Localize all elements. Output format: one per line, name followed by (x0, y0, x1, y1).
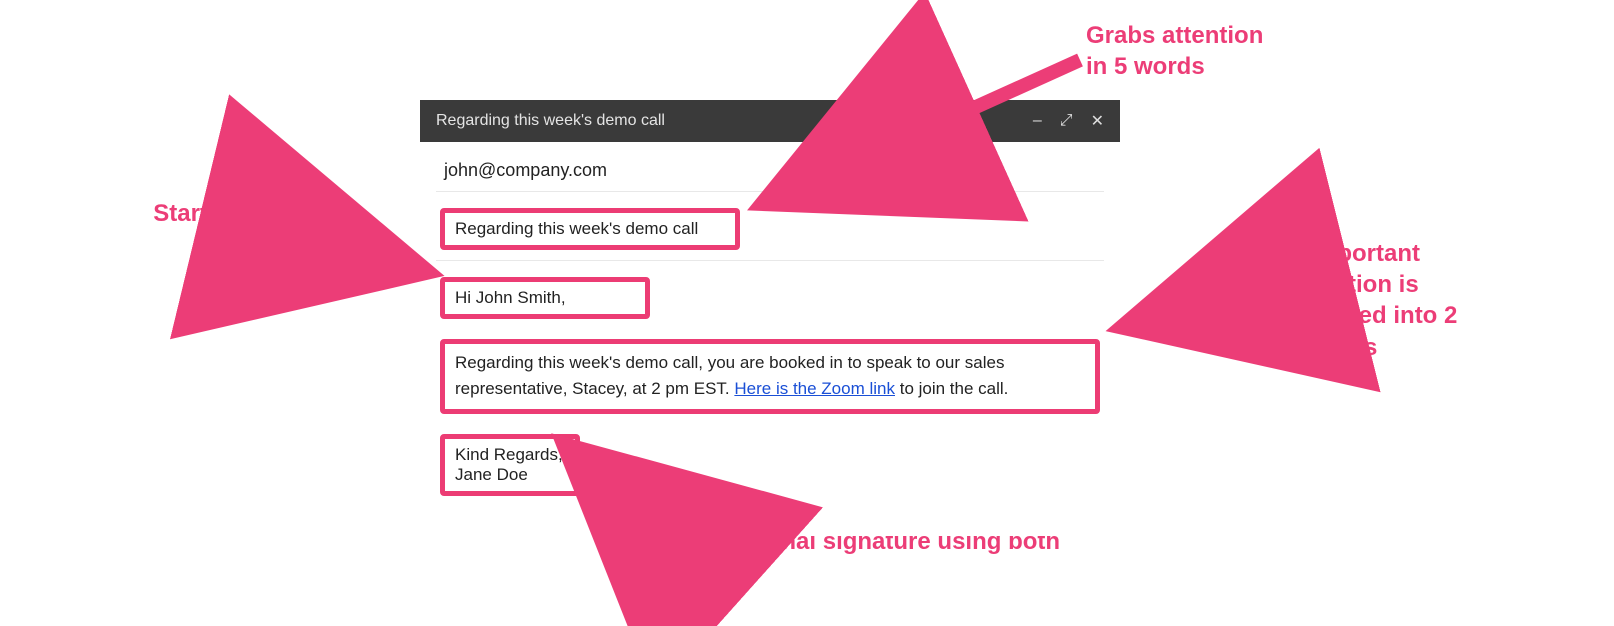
body-box: Regarding this week's demo call, you are… (440, 339, 1100, 414)
expand-icon[interactable]: ⤢ (1060, 112, 1073, 130)
compose-body: john@company.com Regarding this week's d… (420, 142, 1120, 536)
divider (436, 260, 1104, 261)
close-icon[interactable]: ✕ (1091, 111, 1104, 131)
minimize-icon[interactable]: – (1033, 112, 1042, 130)
signature-box: Kind Regards, Jane Doe (440, 434, 580, 496)
callout-condensed: The importantinformation iscondensed int… (1260, 238, 1540, 363)
closing-text: Kind Regards, (455, 445, 565, 465)
callout-attention: Grabs attentionin 5 words (1086, 20, 1366, 82)
email-compose-window: Regarding this week's demo call – ⤢ ✕ jo… (420, 100, 1120, 536)
sender-name: Jane Doe (455, 465, 565, 485)
greeting-box: Hi John Smith, (440, 277, 650, 319)
zoom-link[interactable]: Here is the Zoom link (734, 379, 895, 398)
callout-formal: Starts the emailformally (72, 198, 332, 260)
to-field[interactable]: john@company.com (440, 148, 1100, 191)
arrow-condensed (1130, 295, 1250, 325)
compose-title: Regarding this week's demo call (436, 112, 1033, 130)
subject-box: Regarding this week's demo call (440, 208, 740, 250)
annotated-email-diagram: Grabs attentionin 5 words Starts the ema… (0, 0, 1614, 626)
greeting-text: Hi John Smith, (455, 288, 566, 307)
body-text-post: to join the call. (895, 379, 1008, 398)
divider (436, 191, 1104, 192)
compose-header: Regarding this week's demo call – ⤢ ✕ (420, 100, 1120, 142)
subject-field[interactable]: Regarding this week's demo call (455, 219, 698, 238)
